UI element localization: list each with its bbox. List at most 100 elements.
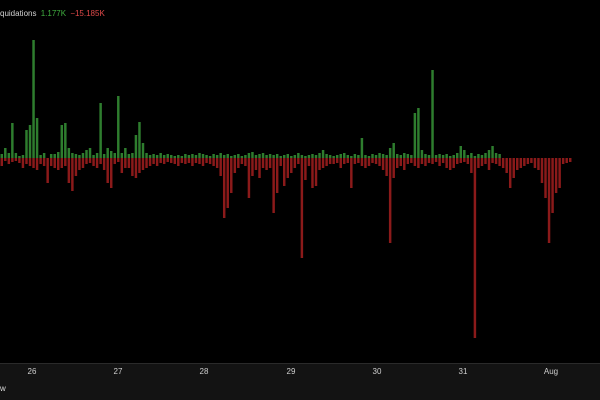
long-bar [78, 155, 81, 158]
long-bar [251, 152, 254, 158]
short-bar [321, 158, 325, 168]
short-bar [49, 158, 53, 166]
long-bar [261, 153, 265, 158]
x-tick-28: 28 [199, 367, 209, 376]
long-bar [113, 153, 116, 158]
short-bar [466, 158, 470, 164]
long-bar [53, 154, 56, 158]
long-bar [7, 153, 11, 158]
short-bar [403, 158, 406, 170]
short-bar [452, 158, 455, 168]
short-bar [64, 158, 67, 166]
long-bar [254, 155, 258, 158]
short-bar [71, 158, 74, 191]
short-bar [198, 158, 201, 164]
short-bar [53, 158, 56, 168]
long-bar [177, 155, 180, 158]
short-bar [565, 158, 568, 163]
long-bar [0, 154, 3, 158]
long-bar [102, 154, 106, 158]
long-bar [155, 155, 159, 158]
short-bar [170, 158, 173, 163]
long-bar [364, 155, 367, 158]
short-bar [145, 158, 148, 168]
short-bar [28, 158, 32, 166]
long-bar [124, 148, 127, 158]
long-bar [286, 154, 289, 158]
short-bar [283, 158, 286, 186]
long-bar [170, 155, 173, 158]
short-bar [187, 158, 191, 163]
short-bar [385, 158, 388, 176]
short-bar [25, 158, 28, 164]
short-bar [233, 158, 237, 173]
long-bar [109, 151, 113, 158]
long-bar [494, 153, 498, 158]
short-bar [350, 158, 353, 188]
short-bar [508, 158, 512, 188]
short-bar [487, 158, 491, 170]
long-bar [304, 156, 307, 158]
short-bar [127, 158, 131, 168]
short-bar [395, 158, 399, 168]
short-bar [124, 158, 127, 168]
short-bar [551, 158, 554, 213]
short-bar [268, 158, 272, 168]
short-bar [364, 158, 367, 168]
short-bar [230, 158, 233, 193]
x-tick-26: 26 [27, 367, 37, 376]
short-bar [21, 158, 25, 168]
short-bar [205, 158, 208, 163]
short-bar [561, 158, 565, 164]
long-bar [95, 153, 99, 158]
long-bar [484, 153, 487, 158]
long-bar [427, 155, 431, 158]
long-bar [244, 155, 247, 158]
short-bar [346, 158, 350, 163]
long-bar [141, 143, 145, 158]
short-bar [14, 158, 18, 161]
short-bar [427, 158, 431, 163]
short-bar [39, 158, 42, 164]
short-bar [526, 158, 530, 164]
short-bar [78, 158, 81, 170]
long-bar [184, 154, 187, 158]
short-bar [60, 158, 64, 168]
long-bar [367, 156, 371, 158]
short-bar [456, 158, 459, 164]
short-bar [378, 158, 381, 166]
long-bar [466, 155, 470, 158]
short-bar [367, 158, 371, 166]
long-bar [434, 155, 438, 158]
long-bar [473, 156, 477, 158]
long-bar [353, 154, 357, 158]
bottom-tab[interactable]: w [0, 384, 6, 393]
long-bar [4, 148, 7, 158]
long-bar [420, 150, 424, 158]
long-bar [127, 154, 131, 158]
long-bar [42, 153, 46, 158]
long-bar [57, 152, 60, 158]
long-bar [247, 153, 251, 158]
short-bar [240, 158, 244, 164]
long-bar [445, 154, 448, 158]
long-bar [413, 113, 417, 158]
long-bar [212, 154, 215, 158]
long-bar [194, 155, 198, 158]
long-bar [388, 148, 392, 158]
long-bar [117, 96, 120, 158]
short-bar [247, 158, 251, 198]
long-bar [258, 154, 261, 158]
long-bar [385, 155, 388, 158]
long-bar [99, 103, 102, 158]
short-bar [537, 158, 540, 170]
short-bar [540, 158, 544, 183]
short-bar [501, 158, 505, 168]
long-bar [378, 153, 381, 158]
short-bar [290, 158, 293, 173]
short-bar [32, 158, 35, 168]
x-tick-30: 30 [372, 367, 382, 376]
short-bar [81, 158, 85, 168]
short-bar [399, 158, 402, 166]
short-bar [544, 158, 547, 198]
